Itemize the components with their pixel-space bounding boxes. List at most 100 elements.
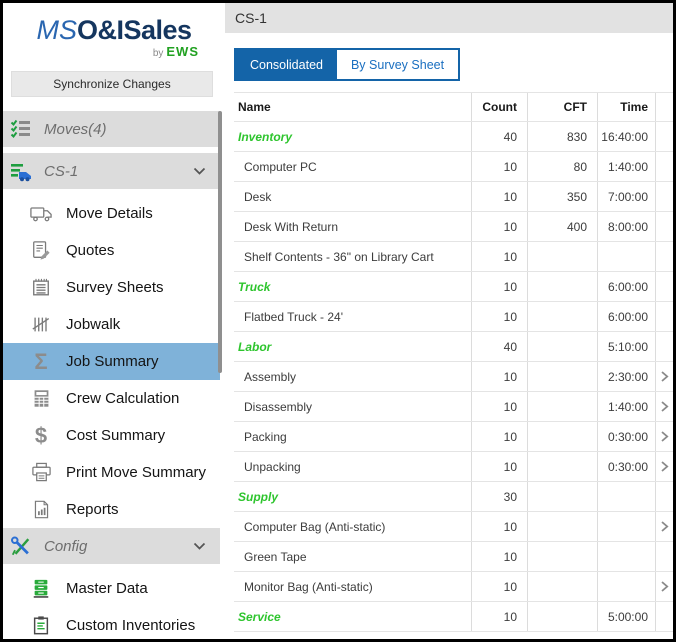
row-chevron-icon [656, 332, 673, 361]
cell-time: 8:00:00 [598, 212, 656, 241]
cell-count: 10 [472, 542, 528, 571]
cell-name: Assembly [234, 362, 472, 391]
cell-time: 5:00:00 [598, 602, 656, 631]
sidebar-group-moves[interactable]: Moves(4) [3, 111, 220, 147]
cell-name: Computer Bag (Anti-static) [234, 512, 472, 541]
sidebar-group-config[interactable]: Config [3, 528, 220, 564]
cell-count: 10 [472, 212, 528, 241]
sidebar-item-label: Custom Inventories [66, 617, 195, 634]
cell-cft [528, 572, 598, 601]
cell-time [598, 482, 656, 511]
sigma-icon: Σ [30, 351, 52, 373]
sidebar-item-label: Job Summary [66, 353, 159, 370]
cell-name: Disassembly [234, 392, 472, 421]
table-body: Inventory 40 830 16:40:00 Computer PC 10… [234, 122, 673, 632]
cell-time: 16:40:00 [598, 122, 656, 151]
cell-name: Green Tape [234, 542, 472, 571]
sidebar-item-job-summary[interactable]: Σ Job Summary [3, 343, 220, 380]
sidebar-item-reports[interactable]: Reports [3, 491, 220, 528]
chevron-down-icon[interactable] [193, 542, 206, 551]
quote-document-icon [30, 240, 52, 261]
table-row[interactable]: Green Tape 10 [234, 542, 673, 572]
byline-brand: EWS [166, 44, 199, 59]
sidebar-scrollbar[interactable] [218, 111, 222, 373]
cell-count: 10 [472, 602, 528, 631]
cell-count: 10 [472, 272, 528, 301]
sidebar-item-jobwalk[interactable]: Jobwalk [3, 306, 220, 343]
cell-cft [528, 362, 598, 391]
sidebar-group-label: Moves(4) [44, 121, 107, 138]
table-row[interactable]: Monitor Bag (Anti-static) 10 [234, 572, 673, 602]
row-chevron-icon[interactable] [656, 392, 673, 421]
sidebar-group-cs-1[interactable]: CS-1 [3, 153, 220, 189]
column-header-spacer [656, 93, 673, 121]
sidebar-item-label: Print Move Summary [66, 464, 206, 481]
table-row[interactable]: Shelf Contents - 36" on Library Cart 10 [234, 242, 673, 272]
sidebar-item-move-details[interactable]: Move Details [3, 195, 220, 232]
row-chevron-icon[interactable] [656, 452, 673, 481]
cell-cft [528, 242, 598, 271]
table-row[interactable]: Assembly 10 2:30:00 [234, 362, 673, 392]
sidebar-item-quotes[interactable]: Quotes [3, 232, 220, 269]
chevron-down-icon[interactable] [193, 167, 206, 176]
row-chevron-icon [656, 122, 673, 151]
cell-count: 10 [472, 152, 528, 181]
sidebar-item-custom-inventories[interactable]: Custom Inventories [3, 607, 220, 642]
table-row[interactable]: Unpacking 10 0:30:00 [234, 452, 673, 482]
table-row[interactable]: Flatbed Truck - 24' 10 6:00:00 [234, 302, 673, 332]
cell-cft [528, 482, 598, 511]
cell-time: 6:00:00 [598, 302, 656, 331]
cell-name: Flatbed Truck - 24' [234, 302, 472, 331]
dollar-icon: $ [30, 425, 52, 447]
tab-consolidated[interactable]: Consolidated [236, 50, 337, 79]
cell-cft [528, 272, 598, 301]
logo-ms: MS [36, 15, 77, 45]
sidebar-item-print-move-summary[interactable]: Print Move Summary [3, 454, 220, 491]
table-row[interactable]: Computer PC 10 80 1:40:00 [234, 152, 673, 182]
table-row[interactable]: Labor 40 5:10:00 [234, 332, 673, 362]
sidebar-item-cost-summary[interactable]: $ Cost Summary [3, 417, 220, 454]
row-chevron-icon [656, 272, 673, 301]
tab-by-survey-sheet[interactable]: By Survey Sheet [337, 50, 458, 79]
checklist-icon [10, 118, 32, 140]
table-header-row: Name Count CFT Time [234, 93, 673, 122]
cell-time: 6:00:00 [598, 272, 656, 301]
cell-cft [528, 542, 598, 571]
tools-icon [10, 535, 32, 558]
sidebar-item-survey-sheets[interactable]: Survey Sheets [3, 269, 220, 306]
cell-count: 10 [472, 302, 528, 331]
row-chevron-icon[interactable] [656, 362, 673, 391]
table-row[interactable]: Supply 30 [234, 482, 673, 512]
table-row[interactable]: Desk With Return 10 400 8:00:00 [234, 212, 673, 242]
app-logo: MSO&ISales byEWS [3, 3, 225, 61]
cell-cft [528, 422, 598, 451]
cell-name: Packing [234, 422, 472, 451]
sidebar-item-crew-calculation[interactable]: Crew Calculation [3, 380, 220, 417]
report-icon [30, 499, 52, 520]
table-row[interactable]: Packing 10 0:30:00 [234, 422, 673, 452]
table-row[interactable]: Truck 10 6:00:00 [234, 272, 673, 302]
table-row[interactable]: Computer Bag (Anti-static) 10 [234, 512, 673, 542]
calculator-icon [30, 388, 52, 409]
cell-name: Computer PC [234, 152, 472, 181]
synchronize-changes-button[interactable]: Synchronize Changes [11, 71, 213, 97]
cell-name: Truck [234, 272, 472, 301]
page-title-bar: CS-1 [225, 3, 673, 33]
cell-count: 40 [472, 332, 528, 361]
logo-rest: O&ISales [77, 15, 192, 45]
table-row[interactable]: Service 10 5:00:00 [234, 602, 673, 632]
sidebar-nav: Moves(4) CS-1 [3, 111, 225, 642]
row-chevron-icon [656, 302, 673, 331]
sidebar-group-label: CS-1 [44, 163, 181, 180]
sidebar-item-master-data[interactable]: Master Data [3, 570, 220, 607]
cell-name: Shelf Contents - 36" on Library Cart [234, 242, 472, 271]
sidebar-item-label: Reports [66, 501, 119, 518]
table-row[interactable]: Disassembly 10 1:40:00 [234, 392, 673, 422]
row-chevron-icon[interactable] [656, 572, 673, 601]
cell-time [598, 242, 656, 271]
row-chevron-icon[interactable] [656, 422, 673, 451]
table-row[interactable]: Inventory 40 830 16:40:00 [234, 122, 673, 152]
table-row[interactable]: Desk 10 350 7:00:00 [234, 182, 673, 212]
row-chevron-icon[interactable] [656, 512, 673, 541]
cell-name: Service [234, 602, 472, 631]
